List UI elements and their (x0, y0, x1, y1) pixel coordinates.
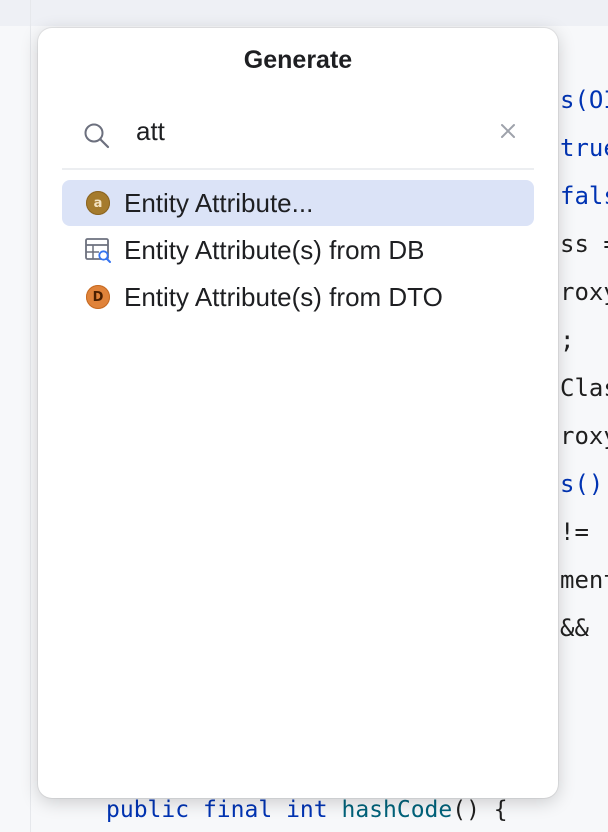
code-keyword: public (106, 797, 190, 823)
attribute-badge-icon: a (82, 187, 114, 219)
list-item-entity-attributes-from-dto[interactable]: D Entity Attribute(s) from DTO (62, 274, 534, 320)
editor-top-bar (0, 0, 608, 26)
generate-action-list: a Entity Attribute... Entity Attribute(s… (62, 180, 534, 321)
generate-popup: Generate att a Entity Attribute... Entit… (38, 28, 558, 798)
search-input[interactable]: att (136, 116, 165, 147)
code-fragment: && (560, 614, 589, 642)
db-table-icon (82, 234, 114, 266)
badge-letter: a (86, 191, 110, 215)
code-keyword: int (286, 797, 328, 823)
code-keyword: final (202, 797, 273, 823)
badge-letter: D (86, 285, 110, 309)
list-item-entity-attribute[interactable]: a Entity Attribute... (62, 180, 534, 226)
code-punctuation: () { (452, 797, 508, 823)
dto-badge-icon: D (82, 281, 114, 313)
search-field[interactable]: att (66, 110, 532, 156)
code-fragment: true (560, 134, 608, 162)
close-icon[interactable] (498, 121, 518, 141)
code-fragment: s() (560, 470, 604, 498)
list-item-entity-attributes-from-db[interactable]: Entity Attribute(s) from DB (62, 227, 534, 273)
code-fragment: s(OI (560, 86, 608, 114)
list-item-label: Entity Attribute(s) from DTO (124, 281, 443, 312)
code-function-name: hashCode (341, 797, 453, 823)
code-fragment: ; (560, 326, 575, 354)
editor-gutter (30, 0, 31, 832)
list-item-label: Entity Attribute(s) from DB (124, 234, 425, 265)
popup-title: Generate (243, 46, 353, 74)
search-icon (82, 121, 112, 151)
code-fragment: ss = (560, 230, 608, 258)
code-fragment: ment (560, 566, 608, 594)
code-fragment: != (560, 518, 589, 546)
search-divider (62, 168, 534, 170)
code-fragment: fals (560, 182, 608, 210)
list-item-label: Entity Attribute... (124, 187, 314, 218)
code-fragment: roxy (560, 278, 608, 306)
code-fragment: Clas (560, 374, 608, 402)
code-fragment: roxy (560, 422, 608, 450)
